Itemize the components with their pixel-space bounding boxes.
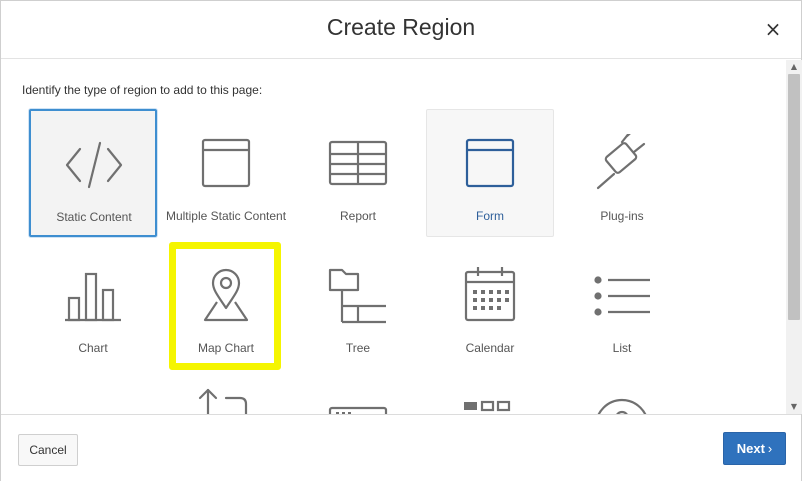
- tile-label: Calendar: [465, 341, 515, 355]
- tile-row3-1[interactable]: [29, 373, 157, 414]
- tile-label: Plug-ins: [600, 209, 644, 223]
- tile-map-chart[interactable]: Map Chart: [162, 241, 290, 369]
- tile-row3-2[interactable]: [162, 373, 290, 414]
- window-icon: [163, 110, 289, 210]
- scroll-up-arrow-icon[interactable]: ▲: [786, 60, 802, 74]
- tile-label: Chart: [78, 341, 108, 355]
- bar-chart-icon: [30, 242, 156, 342]
- tile-list[interactable]: List: [558, 241, 686, 369]
- calendar-icon: [427, 242, 553, 342]
- dialog-footer: Cancel Next ›: [1, 414, 801, 481]
- tile-multiple-static-content[interactable]: Multiple Static Content: [162, 109, 290, 237]
- tabs-icon: [464, 400, 511, 412]
- region-type-prompt: Identify the type of region to add to th…: [22, 83, 263, 97]
- tile-report[interactable]: Report: [294, 109, 422, 237]
- tile-chart[interactable]: Chart: [29, 241, 157, 369]
- tile-label: Map Chart: [197, 341, 255, 355]
- tile-label: Tree: [345, 341, 371, 355]
- region-icon: [63, 398, 123, 414]
- search-region-icon: [597, 398, 647, 414]
- reorder-icon: [198, 388, 248, 414]
- tile-label: Form: [476, 209, 504, 223]
- scroll-down-arrow-icon[interactable]: ▼: [786, 400, 802, 414]
- toolbar-icon: [328, 406, 388, 414]
- create-region-dialog: Create Region × Identify the type of reg…: [0, 0, 802, 481]
- tile-tree[interactable]: Tree: [294, 241, 422, 369]
- tile-form[interactable]: Form: [426, 109, 554, 237]
- tree-icon: [295, 242, 421, 342]
- plug-icon: [559, 110, 685, 210]
- vertical-scrollbar[interactable]: ▲ ▼: [786, 60, 802, 414]
- table-icon: [295, 110, 421, 210]
- list-icon: [559, 242, 685, 342]
- tile-label: Static Content: [56, 210, 132, 224]
- form-icon: [427, 110, 553, 210]
- next-button-label: Next: [736, 441, 765, 456]
- tile-label: Multiple Static Content: [165, 209, 287, 223]
- tile-plug-ins[interactable]: Plug-ins: [558, 109, 686, 237]
- tile-label: List: [612, 341, 632, 355]
- dialog-title: Create Region: [326, 14, 476, 40]
- scroll-thumb[interactable]: [788, 74, 800, 320]
- close-icon[interactable]: ×: [763, 18, 783, 40]
- map-pin-icon: [163, 242, 289, 342]
- tile-label: Report: [339, 209, 377, 223]
- tile-row3-4[interactable]: [426, 373, 554, 414]
- tile-row3-5[interactable]: [558, 373, 686, 414]
- next-button[interactable]: Next ›: [723, 432, 786, 465]
- tile-calendar[interactable]: Calendar: [426, 241, 554, 369]
- dialog-body: Identify the type of region to add to th…: [1, 60, 786, 414]
- chevron-right-icon: ›: [767, 441, 773, 456]
- dialog-titlebar: Create Region ×: [1, 1, 801, 59]
- cancel-button[interactable]: Cancel: [18, 434, 78, 466]
- code-icon: [31, 111, 157, 211]
- tile-row3-3[interactable]: [294, 373, 422, 414]
- tile-static-content[interactable]: Static Content: [29, 109, 157, 237]
